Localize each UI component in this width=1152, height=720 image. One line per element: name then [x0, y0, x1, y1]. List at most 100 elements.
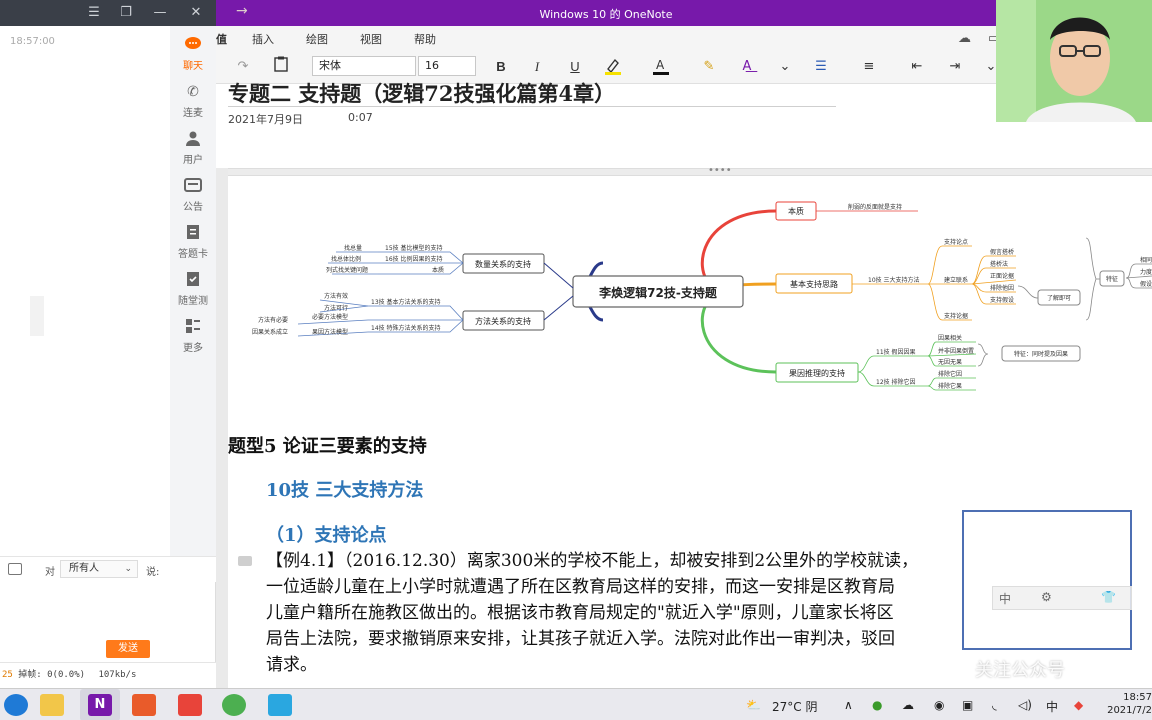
basic-item-2: 支持论据 — [944, 312, 968, 320]
leaf-total: 找总量 — [344, 244, 362, 252]
nav-chat[interactable]: 聊天 — [170, 32, 216, 76]
text-styles-icon[interactable]: A͟ — [736, 56, 758, 78]
font-color-icon[interactable]: A — [650, 56, 672, 78]
menu-insert[interactable]: 插入 — [252, 31, 274, 47]
cloud-sync-icon[interactable]: ☁ — [958, 31, 971, 46]
send-button[interactable]: 发送 — [106, 640, 150, 658]
font-name-box[interactable]: 宋体 — [312, 56, 416, 76]
stats-speed: 107kb/s — [98, 670, 137, 680]
branch-method-label: 方法关系的支持 — [475, 316, 531, 326]
weather-icon[interactable]: ⛅ — [746, 698, 761, 712]
font-size-box[interactable]: 16 — [418, 56, 476, 76]
branch-causal-label: 果因推理的支持 — [789, 368, 845, 378]
cloud-app-icon[interactable] — [268, 694, 292, 716]
onenote-icon: N — [88, 694, 112, 716]
causal-item-0: 11技 假因因果 — [876, 348, 916, 356]
nav-more[interactable]: 更多 — [170, 314, 216, 358]
leaf-effective: 方法有效 — [324, 292, 348, 300]
onenote-taskbar-item[interactable]: N — [80, 689, 120, 720]
chat-say-label: 说: — [146, 567, 160, 578]
chat-to-label: 对 — [45, 567, 55, 578]
tray-app-icon[interactable]: ● — [872, 698, 882, 712]
redo-icon[interactable]: ↷ — [232, 56, 254, 78]
phone-icon: ✆ — [187, 84, 199, 100]
nav-quiz[interactable]: 随堂测 — [170, 267, 216, 311]
windows-taskbar: N ⛅ 27°C 阴 ∧ ● ☁ ◉ ▣ ◟ ◁) 中 ◆ 18:57 2021… — [0, 688, 1152, 720]
tag-understand-label: 了解即可 — [1047, 294, 1071, 302]
image-icon[interactable] — [8, 563, 22, 575]
quiz-icon — [184, 271, 202, 289]
leaf-feasible: 方法可行 — [324, 304, 348, 312]
format-painter-icon[interactable]: ✎ — [698, 56, 720, 78]
close-icon[interactable]: ✕ — [186, 4, 206, 22]
leaf-necessary-model: 必要方法模型 — [312, 313, 348, 321]
bullet-list-icon[interactable]: ☰ — [810, 56, 832, 78]
volume-icon[interactable]: ◁) — [1018, 698, 1032, 712]
ime-logo-icon[interactable]: ◆ — [1074, 698, 1083, 712]
nav-answer-card[interactable]: 答题卡 — [170, 220, 216, 264]
svg-text:A: A — [656, 58, 665, 72]
ime-skin-icon[interactable]: 👕 — [1101, 590, 1116, 604]
network-icon[interactable]: ◟ — [992, 698, 997, 712]
ime-indicator[interactable]: 中 — [1046, 698, 1058, 715]
media-player-icon[interactable] — [132, 694, 156, 716]
minimize-icon[interactable]: — — [150, 4, 170, 22]
indent-icon[interactable]: ⇥ — [944, 56, 966, 78]
weather-text[interactable]: 27°C 阴 — [772, 698, 817, 715]
menu-home-cut[interactable]: 值 — [216, 31, 227, 47]
basic-sub-1: 搭桥法 — [990, 260, 1008, 268]
chevron-down-icon: ⌄ — [124, 564, 132, 574]
user-icon — [184, 130, 202, 148]
ime-floating-bar[interactable]: 中 ⚙ 👕 — [992, 586, 1132, 610]
taskbar-clock[interactable]: 18:57 2021/7/2 — [1106, 691, 1152, 717]
page-left-gutter — [216, 84, 228, 688]
restore-icon[interactable]: ❐ — [116, 4, 136, 22]
onedrive-icon[interactable]: ☁ — [902, 698, 914, 712]
branch-essence-label: 本质 — [788, 206, 804, 216]
nav-call[interactable]: ✆ 连麦 — [170, 79, 216, 123]
highlight-icon[interactable] — [602, 56, 624, 78]
file-explorer-icon[interactable] — [40, 694, 64, 716]
tray-app3-icon[interactable]: ▣ — [962, 698, 973, 712]
tray-expand-icon[interactable]: ∧ — [844, 698, 853, 712]
outdent-icon[interactable]: ⇤ — [906, 56, 928, 78]
leaf-necessary: 方法有必要 — [258, 316, 288, 324]
underline-button[interactable]: U — [564, 56, 586, 78]
edge-icon[interactable] — [4, 694, 28, 716]
menu-draw[interactable]: 绘图 — [306, 31, 328, 47]
ime-settings-icon[interactable]: ⚙ — [1041, 590, 1052, 604]
branch-quantity: 数量关系的支持 — [462, 253, 545, 274]
tray-app2-icon[interactable]: ◉ — [934, 698, 944, 712]
menu-view[interactable]: 视图 — [360, 31, 382, 47]
screen: ☰ ❐ — ✕ 18:57:00 聊天 ✆ 连麦 用户 公告 答题卡 随堂测 更… — [0, 0, 1152, 720]
branch-basic: 基本支持思路 — [775, 273, 853, 294]
webcam-feed — [996, 0, 1152, 122]
bold-button[interactable]: B — [490, 56, 512, 78]
drag-handle-icon[interactable]: •••• — [708, 165, 732, 176]
basic-sub-2: 正面论据 — [990, 272, 1014, 280]
branch-quantity-label: 数量关系的支持 — [475, 259, 531, 269]
nav-users[interactable]: 用户 — [170, 126, 216, 170]
nav-announcement[interactable]: 公告 — [170, 173, 216, 217]
branch-causal: 果因推理的支持 — [775, 362, 859, 383]
numbered-list-icon[interactable]: ≡ — [858, 56, 880, 78]
section-heading: 题型5 论证三要素的支持 — [228, 436, 427, 457]
paragraph-handle-icon[interactable] — [238, 556, 252, 566]
content-splitter[interactable]: •••• — [228, 165, 1152, 176]
basic-sub-4: 支持假设 — [990, 296, 1014, 304]
menu-help[interactable]: 帮助 — [414, 31, 436, 47]
more-dropdown-icon[interactable]: ⌄ — [774, 56, 796, 78]
answer-card-icon — [184, 224, 202, 242]
menu-icon[interactable]: ☰ — [84, 4, 104, 22]
chat-target-select[interactable]: 所有人 ⌄ — [60, 560, 138, 578]
leaf-13: 13技 基本方法关系的支持 — [371, 298, 441, 306]
technique-heading: 10技 三大支持方法 — [266, 480, 424, 501]
clipboard-icon[interactable] — [270, 56, 292, 78]
chat-icon — [184, 36, 202, 54]
leaf-14: 14技 特殊方法关系的支持 — [371, 324, 441, 332]
branch-basic-label: 基本支持思路 — [790, 279, 838, 289]
xmind-icon[interactable] — [178, 694, 202, 716]
stats-dropped: 掉帧: 0(0.0%) — [18, 670, 86, 680]
browser-icon[interactable] — [222, 694, 246, 716]
italic-button[interactable]: I — [526, 56, 548, 78]
